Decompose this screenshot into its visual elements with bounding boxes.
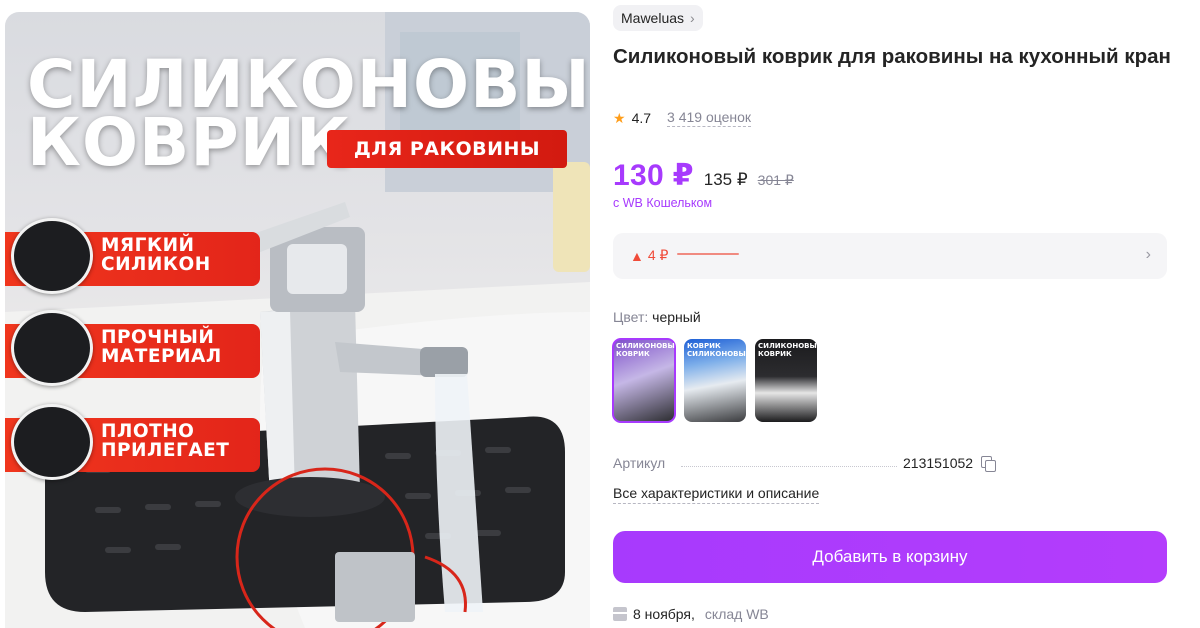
article-label: Артикул (613, 455, 666, 471)
chevron-right-icon: › (1145, 246, 1151, 263)
price-change: ▲ 4 ₽ (630, 247, 668, 264)
feature-badge-tight-fit: ПЛОТНО ПРИЛЕГАЕТ (5, 404, 275, 480)
product-title: Силиконовый коврик для раковины на кухон… (613, 45, 1171, 68)
price-history-box[interactable]: ▲ 4 ₽ › (613, 233, 1167, 279)
brand-link[interactable]: Maweluas › (613, 5, 703, 31)
price-without-wallet: 135 ₽ (703, 170, 748, 189)
wallet-note: с WB Кошельком (613, 196, 713, 210)
rating-row: ★ 4.7 3 419 оценок (613, 109, 752, 127)
color-value: черный (652, 309, 701, 325)
color-variant-thumb[interactable]: СИЛИКОНОВЫЙ КОВРИК (755, 339, 817, 422)
product-image[interactable]: СИЛИКОНОВЫЙ КОВРИК ДЛЯ РАКОВИНЫ МЯГКИЙ С… (5, 12, 590, 628)
delivery-warehouse: склад WB (704, 606, 769, 622)
delivery-date: 8 ноября, (633, 606, 695, 622)
color-label: Цвет: черный (613, 309, 701, 325)
price-row: 130 ₽ 135 ₽ 301 ₽ (613, 158, 794, 193)
feature-badge-soft: МЯГКИЙ СИЛИКОН (5, 218, 275, 294)
star-icon: ★ (613, 109, 626, 126)
all-characteristics-link[interactable]: Все характеристики и описание (613, 485, 820, 504)
color-variants: СИЛИКОНОВЫЙ КОВРИК КОВРИК СИЛИКОНОВЫЙ СИ… (612, 338, 817, 423)
reviews-count-link[interactable]: 3 419 оценок (667, 109, 752, 127)
rating-value: 4.7 (631, 110, 652, 126)
triangle-up-icon: ▲ (630, 247, 644, 264)
price-history-sparkline (677, 253, 739, 255)
color-variant-thumb[interactable]: КОВРИК СИЛИКОНОВЫЙ (684, 339, 746, 422)
chevron-right-icon: › (690, 10, 695, 26)
price-old: 301 ₽ (757, 172, 794, 188)
article-value: 213151052 (903, 455, 974, 471)
feature-badge-durable: ПРОЧНЫЙ МАТЕРИАЛ (5, 310, 275, 386)
copy-icon[interactable] (981, 456, 997, 472)
price-change-value: 4 ₽ (647, 247, 669, 263)
feature-photo-icon (11, 218, 93, 294)
color-variant-thumb[interactable]: СИЛИКОНОВЫЙ КОВРИК (612, 338, 676, 423)
brand-name: Maweluas (621, 10, 685, 26)
article-row: Артикул 213151052 (613, 455, 1167, 475)
feature-photo-icon (11, 310, 93, 386)
price-current: 130 ₽ (613, 159, 694, 192)
hero-subtitle-badge: ДЛЯ РАКОВИНЫ (327, 130, 567, 168)
feature-photo-icon (11, 404, 93, 480)
delivery-info: 8 ноября, склад WB (613, 606, 769, 622)
add-to-cart-button[interactable]: Добавить в корзину (613, 531, 1167, 583)
box-icon (613, 607, 627, 621)
